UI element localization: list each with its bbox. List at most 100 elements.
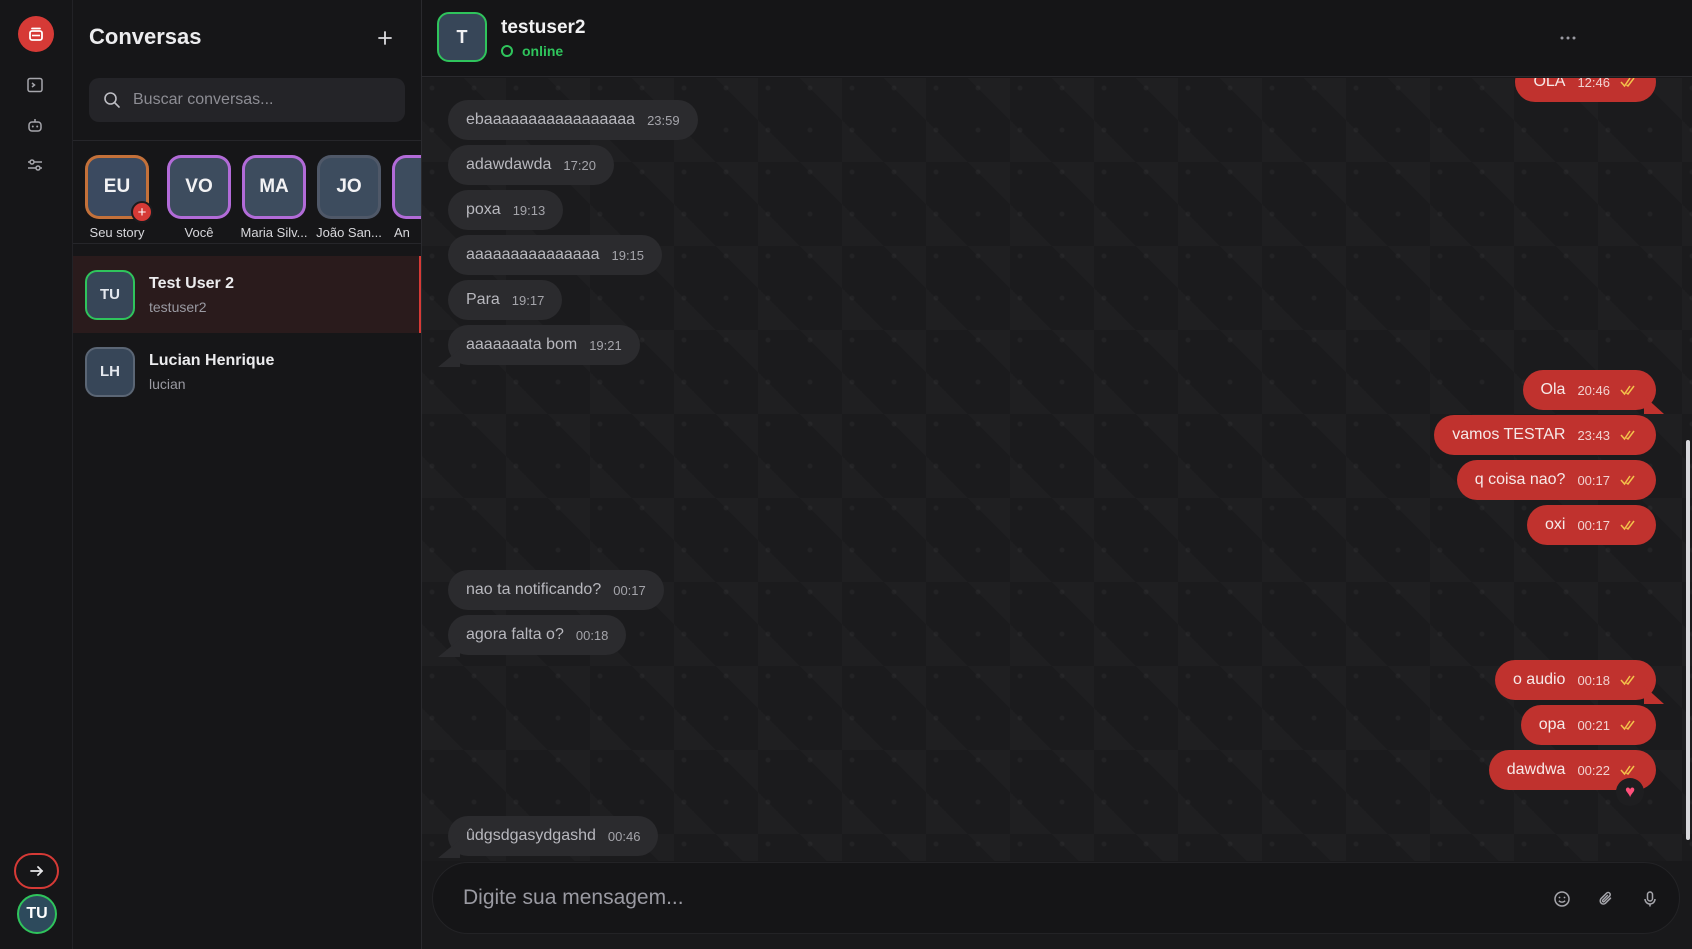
message-input[interactable]	[463, 886, 1503, 910]
emoji-icon	[1554, 891, 1570, 907]
message-text: ûdgsdgasydgashd	[466, 827, 596, 844]
current-user-avatar[interactable]: TU	[17, 894, 57, 934]
bot-icon	[28, 119, 42, 132]
message-list: OLA 12:46 ebaaaaaaaaaaaaaaaaa 23:59 adawdawd…	[422, 78, 1692, 861]
message-text: vamos TESTAR	[1452, 426, 1566, 443]
conversation-item-test-user-2[interactable]: TU Test User 2 testuser2	[73, 256, 421, 333]
new-conversation-button[interactable]	[373, 26, 397, 50]
message-text: Para	[466, 291, 500, 308]
outgoing-message[interactable]: vamos TESTAR 23:43	[1434, 415, 1656, 455]
double-check-icon	[1620, 720, 1635, 731]
story-item[interactable]: JO João San...	[313, 155, 385, 240]
incoming-message[interactable]: agora falta o? 00:18	[448, 615, 627, 655]
message-time: 00:17	[1577, 472, 1610, 488]
conversation-username: lucian	[149, 375, 186, 392]
message-time: 19:13	[512, 202, 546, 218]
nav-rail: TU	[0, 0, 73, 949]
message-time: 17:20	[563, 157, 596, 173]
logout-button[interactable]	[14, 853, 59, 889]
story-item[interactable]: MA Maria Silv...	[238, 155, 310, 240]
message-time: 00:22	[1577, 762, 1610, 778]
message-text: adawdawda	[466, 156, 552, 173]
double-check-icon	[1620, 430, 1635, 441]
story-label: Seu story	[89, 225, 145, 240]
message-composer	[432, 862, 1680, 934]
message-text: ebaaaaaaaaaaaaaaaaa	[466, 111, 636, 128]
conversation-username: testuser2	[149, 298, 207, 315]
double-check-icon	[1620, 475, 1635, 486]
message-text: opa	[1538, 716, 1566, 733]
outgoing-message[interactable]: o audio 00:18	[1494, 660, 1656, 700]
outgoing-message[interactable]: q coisa nao? 00:17	[1456, 460, 1656, 500]
message-time: 00:18	[575, 627, 609, 643]
incoming-message[interactable]: aaaaaaaaaaaaaaa 19:15	[448, 235, 663, 275]
add-story-icon[interactable]: +	[131, 201, 153, 223]
story-item[interactable]: VO Você	[163, 155, 235, 240]
app: TU Conversas EU + Seu story	[0, 0, 1692, 949]
settings-button[interactable]	[24, 154, 46, 176]
story-label: An	[394, 225, 410, 240]
sidebar-title: Conversas	[89, 24, 202, 49]
message-time: 20:46	[1577, 382, 1610, 398]
message-text: q coisa nao?	[1474, 471, 1566, 488]
story-ring: JO	[317, 155, 381, 219]
heart-icon[interactable]: ♥	[1616, 778, 1644, 806]
message-time: 00:17	[613, 582, 646, 598]
more-options-button[interactable]	[1556, 28, 1580, 48]
scrollbar[interactable]	[1686, 78, 1691, 861]
double-check-icon	[1620, 78, 1635, 88]
scrollbar-thumb[interactable]	[1686, 440, 1690, 840]
outgoing-message[interactable]: OLA 12:46	[1515, 78, 1656, 102]
emoji-button[interactable]	[1550, 887, 1574, 911]
mic-button[interactable]	[1638, 887, 1662, 911]
status-text: online	[522, 43, 564, 59]
avatar: TU	[85, 269, 135, 320]
conversation-info: Test User 2 testuser2	[149, 275, 234, 315]
incoming-message[interactable]: aaaaaaata bom 19:21	[448, 325, 640, 365]
message-time: 12:46	[1577, 78, 1610, 90]
story-label: João San...	[316, 225, 382, 240]
double-check-icon	[1620, 675, 1635, 686]
story-item[interactable]: An	[388, 155, 421, 240]
message-text: poxa	[466, 201, 501, 218]
contact-name: testuser2	[501, 17, 586, 38]
bot-button[interactable]	[24, 114, 46, 136]
incoming-message[interactable]: ûdgsdgasydgashd 00:46	[448, 816, 659, 856]
outgoing-message[interactable]: Ola 20:46	[1522, 370, 1656, 410]
story-item-own[interactable]: EU + Seu story	[81, 155, 153, 240]
message-time: 19:17	[511, 292, 545, 308]
incoming-message[interactable]: ebaaaaaaaaaaaaaaaaa 23:59	[448, 100, 698, 140]
conversation-name: Test User 2	[149, 274, 235, 292]
attach-icon	[1599, 891, 1612, 905]
outgoing-message[interactable]: opa 00:21	[1520, 705, 1656, 745]
stories-strip: EU + Seu story VO Você MA Maria Silv...	[73, 140, 421, 244]
message-text: nao ta notificando?	[466, 581, 602, 598]
message-time: 00:17	[1577, 517, 1610, 533]
incoming-message[interactable]: Para 19:17	[448, 280, 563, 320]
attach-button[interactable]	[1594, 887, 1618, 911]
search-icon	[104, 92, 120, 108]
terminal-icon	[27, 77, 43, 93]
message-text: agora falta o?	[466, 626, 564, 643]
story-avatar: JO	[320, 158, 378, 216]
contact-status: online	[501, 43, 563, 59]
story-ring: EU +	[85, 155, 153, 223]
incoming-message[interactable]: adawdawda 17:20	[448, 145, 614, 185]
story-ring	[392, 155, 421, 219]
incoming-message[interactable]: poxa 19:13	[448, 190, 564, 230]
story-ring: VO	[167, 155, 231, 219]
stories-logo-button[interactable]	[18, 16, 54, 52]
conversation-info: Lucian Henrique lucian	[149, 352, 274, 392]
incoming-message[interactable]: nao ta notificando? 00:17	[448, 570, 664, 610]
plus-icon	[378, 31, 392, 45]
message-text: o audio	[1512, 671, 1566, 688]
message-time: 00:21	[1577, 717, 1610, 733]
contact-avatar[interactable]: T	[437, 12, 487, 62]
terminal-button[interactable]	[24, 74, 46, 96]
conversation-item-lucian-henrique[interactable]: LH Lucian Henrique lucian	[73, 333, 421, 410]
chat-header: T testuser2 online	[422, 0, 1692, 77]
avatar: LH	[85, 346, 135, 397]
search-input[interactable]	[133, 91, 393, 109]
message-text: aaaaaaaaaaaaaaa	[466, 246, 600, 263]
outgoing-message[interactable]: oxi 00:17	[1527, 505, 1656, 545]
